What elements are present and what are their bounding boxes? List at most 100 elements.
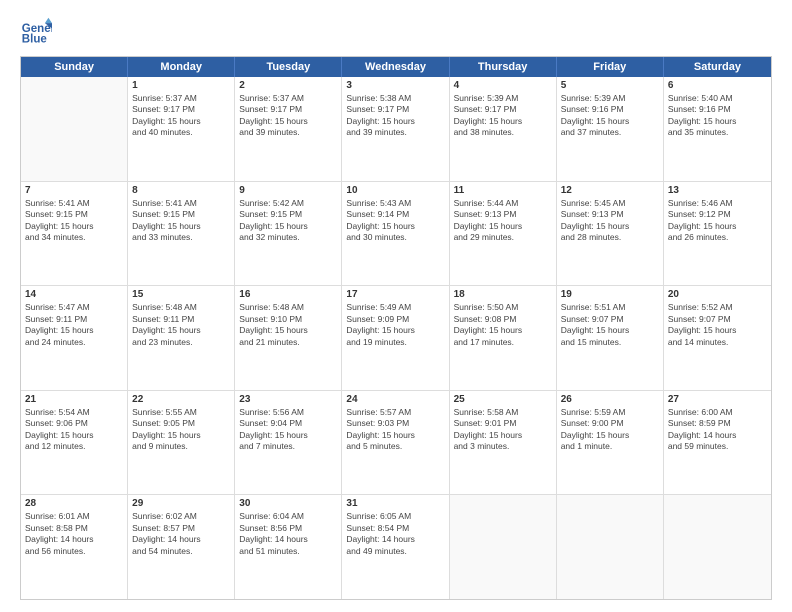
cell-line: and 39 minutes. — [239, 127, 337, 138]
day-number: 9 — [239, 185, 337, 196]
calendar-day-22: 22Sunrise: 5:55 AMSunset: 9:05 PMDayligh… — [128, 391, 235, 495]
calendar: SundayMondayTuesdayWednesdayThursdayFrid… — [20, 56, 772, 600]
cell-line: Sunset: 8:57 PM — [132, 523, 230, 534]
cell-line: and 26 minutes. — [668, 232, 767, 243]
cell-line: and 21 minutes. — [239, 337, 337, 348]
calendar-day-27: 27Sunrise: 6:00 AMSunset: 8:59 PMDayligh… — [664, 391, 771, 495]
cell-line: Daylight: 15 hours — [561, 430, 659, 441]
calendar-day-25: 25Sunrise: 5:58 AMSunset: 9:01 PMDayligh… — [450, 391, 557, 495]
cell-line: Sunset: 9:14 PM — [346, 209, 444, 220]
cell-line: Sunrise: 5:39 AM — [561, 93, 659, 104]
calendar-day-21: 21Sunrise: 5:54 AMSunset: 9:06 PMDayligh… — [21, 391, 128, 495]
cell-line: Sunrise: 5:42 AM — [239, 198, 337, 209]
cell-line: Sunrise: 6:05 AM — [346, 511, 444, 522]
cell-line: Daylight: 15 hours — [132, 221, 230, 232]
cell-line: Sunset: 8:59 PM — [668, 418, 767, 429]
cell-line: Daylight: 15 hours — [561, 325, 659, 336]
calendar-day-17: 17Sunrise: 5:49 AMSunset: 9:09 PMDayligh… — [342, 286, 449, 390]
cell-line: Sunrise: 5:52 AM — [668, 302, 767, 313]
cell-line: Sunrise: 5:51 AM — [561, 302, 659, 313]
cell-line: Sunset: 9:12 PM — [668, 209, 767, 220]
cell-line: Sunrise: 5:56 AM — [239, 407, 337, 418]
cell-line: Daylight: 15 hours — [239, 221, 337, 232]
cell-line: Daylight: 15 hours — [561, 116, 659, 127]
cell-line: Sunrise: 5:40 AM — [668, 93, 767, 104]
page: General Blue SundayMondayTuesdayWednesda… — [0, 0, 792, 612]
calendar-day-3: 3Sunrise: 5:38 AMSunset: 9:17 PMDaylight… — [342, 77, 449, 181]
cell-line: Sunset: 9:04 PM — [239, 418, 337, 429]
cell-line: Daylight: 15 hours — [561, 221, 659, 232]
cell-line: and 33 minutes. — [132, 232, 230, 243]
cell-line: Sunset: 9:17 PM — [132, 104, 230, 115]
cell-line: and 24 minutes. — [25, 337, 123, 348]
cell-line: Sunrise: 5:48 AM — [132, 302, 230, 313]
cell-line: Sunset: 8:58 PM — [25, 523, 123, 534]
cell-line: Sunset: 9:13 PM — [454, 209, 552, 220]
cell-line: Sunset: 9:17 PM — [239, 104, 337, 115]
cell-line: Daylight: 14 hours — [132, 534, 230, 545]
day-number: 3 — [346, 80, 444, 91]
cell-line: Daylight: 15 hours — [454, 221, 552, 232]
cell-line: and 40 minutes. — [132, 127, 230, 138]
calendar-week-2: 7Sunrise: 5:41 AMSunset: 9:15 PMDaylight… — [21, 182, 771, 287]
day-number: 28 — [25, 498, 123, 509]
cell-line: and 35 minutes. — [668, 127, 767, 138]
calendar-day-7: 7Sunrise: 5:41 AMSunset: 9:15 PMDaylight… — [21, 182, 128, 286]
cell-line: Sunrise: 5:54 AM — [25, 407, 123, 418]
cell-line: Sunrise: 5:46 AM — [668, 198, 767, 209]
day-number: 8 — [132, 185, 230, 196]
calendar-day-20: 20Sunrise: 5:52 AMSunset: 9:07 PMDayligh… — [664, 286, 771, 390]
cell-line: Daylight: 15 hours — [454, 116, 552, 127]
cell-line: and 49 minutes. — [346, 546, 444, 557]
cell-line: Daylight: 15 hours — [454, 430, 552, 441]
cell-line: and 9 minutes. — [132, 441, 230, 452]
cell-line: Sunset: 9:07 PM — [561, 314, 659, 325]
cell-line: Sunset: 9:16 PM — [668, 104, 767, 115]
cell-line: Sunset: 9:10 PM — [239, 314, 337, 325]
cell-line: Sunrise: 5:38 AM — [346, 93, 444, 104]
cell-line: Daylight: 15 hours — [346, 325, 444, 336]
day-header-saturday: Saturday — [664, 57, 771, 77]
calendar-day-empty — [557, 495, 664, 599]
cell-line: Daylight: 15 hours — [25, 221, 123, 232]
day-number: 16 — [239, 289, 337, 300]
calendar-day-15: 15Sunrise: 5:48 AMSunset: 9:11 PMDayligh… — [128, 286, 235, 390]
cell-line: Sunrise: 5:50 AM — [454, 302, 552, 313]
calendar-day-10: 10Sunrise: 5:43 AMSunset: 9:14 PMDayligh… — [342, 182, 449, 286]
cell-line: Sunset: 9:07 PM — [668, 314, 767, 325]
calendar-week-1: 1Sunrise: 5:37 AMSunset: 9:17 PMDaylight… — [21, 77, 771, 182]
day-number: 17 — [346, 289, 444, 300]
day-number: 2 — [239, 80, 337, 91]
calendar-day-6: 6Sunrise: 5:40 AMSunset: 9:16 PMDaylight… — [664, 77, 771, 181]
cell-line: Sunrise: 5:39 AM — [454, 93, 552, 104]
cell-line: and 17 minutes. — [454, 337, 552, 348]
cell-line: Sunset: 9:01 PM — [454, 418, 552, 429]
day-number: 10 — [346, 185, 444, 196]
cell-line: Sunset: 9:15 PM — [25, 209, 123, 220]
day-header-sunday: Sunday — [21, 57, 128, 77]
day-number: 23 — [239, 394, 337, 405]
cell-line: Daylight: 14 hours — [239, 534, 337, 545]
cell-line: and 38 minutes. — [454, 127, 552, 138]
cell-line: Sunrise: 5:43 AM — [346, 198, 444, 209]
cell-line: Sunset: 9:06 PM — [25, 418, 123, 429]
cell-line: Sunset: 9:11 PM — [25, 314, 123, 325]
cell-line: and 59 minutes. — [668, 441, 767, 452]
calendar-week-4: 21Sunrise: 5:54 AMSunset: 9:06 PMDayligh… — [21, 391, 771, 496]
cell-line: Daylight: 14 hours — [668, 430, 767, 441]
cell-line: Sunset: 9:05 PM — [132, 418, 230, 429]
calendar-day-31: 31Sunrise: 6:05 AMSunset: 8:54 PMDayligh… — [342, 495, 449, 599]
cell-line: Sunrise: 5:47 AM — [25, 302, 123, 313]
cell-line: and 3 minutes. — [454, 441, 552, 452]
day-number: 11 — [454, 185, 552, 196]
cell-line: Sunset: 9:00 PM — [561, 418, 659, 429]
day-number: 26 — [561, 394, 659, 405]
day-number: 29 — [132, 498, 230, 509]
day-header-tuesday: Tuesday — [235, 57, 342, 77]
day-number: 6 — [668, 80, 767, 91]
calendar-header: SundayMondayTuesdayWednesdayThursdayFrid… — [21, 57, 771, 77]
header: General Blue — [20, 16, 772, 48]
calendar-day-empty — [664, 495, 771, 599]
calendar-day-28: 28Sunrise: 6:01 AMSunset: 8:58 PMDayligh… — [21, 495, 128, 599]
cell-line: Sunrise: 5:48 AM — [239, 302, 337, 313]
